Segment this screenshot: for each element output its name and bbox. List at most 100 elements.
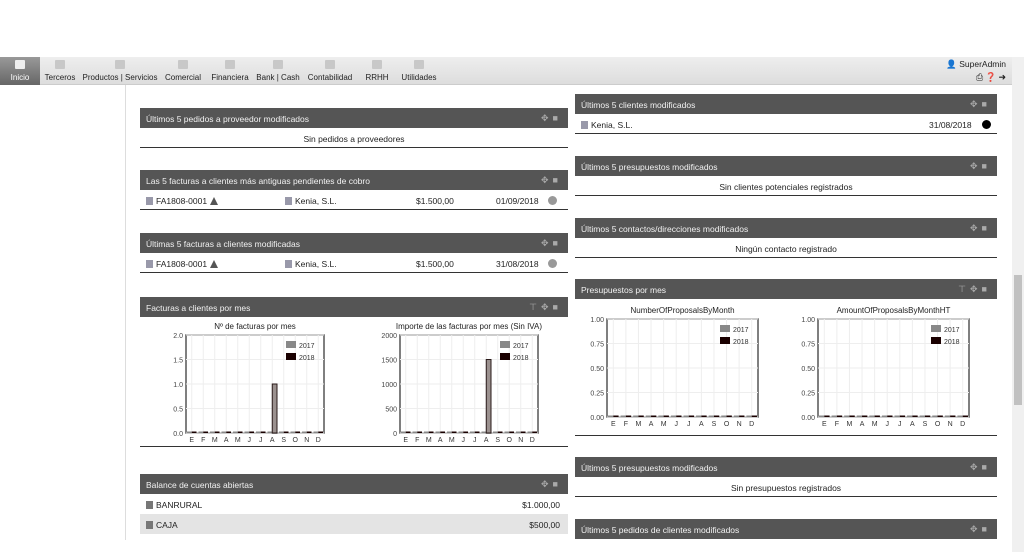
menu-productos[interactable]: Productos | Servicios: [82, 57, 158, 85]
bank-icon: [146, 521, 153, 529]
menu-utilidades[interactable]: Utilidades: [398, 57, 440, 85]
amount: $1.500,00: [416, 259, 454, 269]
move-icon[interactable]: ✥■: [970, 161, 991, 172]
y-tick-label: 1500: [381, 358, 397, 365]
scrollbar-thumb[interactable]: [1014, 275, 1022, 405]
x-tick-label: M: [661, 421, 667, 428]
x-tick-label: O: [724, 421, 730, 428]
account-row[interactable]: BANRURAL $1.000,00: [140, 494, 568, 514]
bar-2018: [887, 415, 893, 417]
bar-2018: [237, 431, 243, 433]
filter-move-icons[interactable]: ⊤✥■: [958, 284, 991, 295]
x-tick-label: M: [847, 421, 853, 428]
bar-2018: [739, 415, 745, 417]
bar-2018: [713, 415, 720, 417]
chart-title: NumberOfProposalsByMonth: [630, 306, 734, 315]
client-link[interactable]: Kenia, S.L.: [591, 120, 633, 130]
menu-bank[interactable]: Bank | Cash: [255, 57, 301, 85]
account-row[interactable]: CAJA $500,00: [140, 514, 568, 534]
panel-title: Balance de cuentas abiertas: [146, 480, 254, 490]
x-tick-label: A: [860, 421, 865, 428]
menu-comercial[interactable]: Comercial: [162, 57, 204, 85]
account-name[interactable]: CAJA: [156, 520, 178, 530]
menu-contabilidad[interactable]: Contabilidad: [305, 57, 355, 85]
y-tick-label: 500: [385, 407, 397, 414]
invoice-link[interactable]: FA1808-0001: [156, 196, 207, 206]
company-icon: [55, 60, 65, 69]
commercial-icon: [178, 60, 188, 69]
move-icon[interactable]: ✥■: [541, 175, 562, 186]
bar-2017: [481, 431, 487, 433]
x-tick-label: F: [835, 421, 839, 428]
x-tick-label: J: [248, 437, 252, 444]
menu-financiera[interactable]: Financiera: [208, 57, 252, 85]
x-tick-label: S: [923, 421, 928, 428]
panel-modified-customer-orders: Últimos 5 pedidos de clientes modificado…: [575, 519, 997, 539]
y-tick-label: 1000: [381, 382, 397, 389]
move-icon[interactable]: ✥■: [541, 479, 562, 490]
bar-2017: [256, 431, 261, 433]
chart-invoice-amount: Importe de las facturas por mes (Sin IVA…: [381, 322, 542, 444]
bar-2018: [912, 415, 918, 417]
print-icon[interactable]: ⎙: [976, 72, 985, 82]
move-icon[interactable]: ✥■: [541, 238, 562, 249]
y-tick-label: 0.5: [173, 407, 183, 414]
help-icon[interactable]: ❓: [985, 72, 998, 82]
bar-2018: [688, 415, 695, 417]
status-icon: [548, 259, 557, 268]
legend-label: 2017: [733, 327, 749, 334]
user-menu[interactable]: 👤 SuperAdmin: [946, 59, 1006, 70]
client-link[interactable]: Kenia, S.L.: [295, 196, 337, 206]
filter-move-icons[interactable]: ⊤✥■: [529, 302, 562, 313]
legend-swatch: [931, 337, 941, 344]
y-tick-label: 0.00: [590, 415, 604, 422]
table-row: FA1808-0001 Kenia, S.L. $1.500,00 01/09/…: [140, 190, 568, 210]
move-icon[interactable]: ✥■: [970, 524, 991, 535]
menu-inicio[interactable]: Inicio: [0, 57, 40, 85]
x-tick-label: S: [712, 421, 717, 428]
bar-2018: [862, 415, 868, 417]
x-tick-label: M: [212, 437, 218, 444]
bar-2017: [708, 415, 714, 417]
move-icon[interactable]: ✥■: [541, 113, 562, 124]
bar-2018: [451, 431, 457, 433]
client-link[interactable]: Kenia, S.L.: [295, 259, 337, 269]
menu-rrhh[interactable]: RRHH: [363, 57, 391, 85]
invoice-link[interactable]: FA1808-0001: [156, 259, 207, 269]
bar-2017: [919, 415, 925, 417]
y-tick-label: 2.0: [173, 333, 183, 340]
menu-label: Inicio: [10, 73, 30, 82]
bar-2017: [458, 431, 464, 433]
bar-2017: [620, 415, 626, 417]
move-icon[interactable]: ✥■: [970, 223, 991, 234]
bar-2018: [214, 431, 220, 433]
logout-icon[interactable]: ➜: [998, 72, 1008, 82]
account-name[interactable]: BANRURAL: [156, 500, 202, 510]
panel-title: Facturas a clientes por mes: [146, 303, 251, 313]
y-tick-label: 0.0: [173, 431, 183, 438]
bar-2018: [874, 415, 880, 417]
account-amount: $1.000,00: [522, 500, 560, 510]
bank-icon: [146, 501, 153, 509]
bar-2017: [447, 431, 452, 433]
bar-2017: [221, 431, 227, 433]
panel-invoices-by-month: Facturas a clientes por mes ⊤✥■ Nº de fac…: [140, 297, 568, 447]
bar-2018: [937, 415, 943, 417]
bar-2018: [463, 431, 468, 433]
move-icon[interactable]: ✥■: [970, 99, 991, 110]
move-icon[interactable]: ✥■: [970, 462, 991, 473]
panel-title: Últimos 5 pedidos de clientes modificado…: [581, 525, 740, 535]
legend-swatch: [500, 341, 510, 348]
bar-2018: [613, 415, 619, 417]
home-icon: [15, 60, 25, 69]
panel-modified-invoices: Últimas 5 facturas a clientes modificada…: [140, 233, 568, 273]
menu-terceros[interactable]: Terceros: [42, 57, 78, 85]
bar-2017: [733, 415, 740, 417]
bank-icon: [273, 60, 283, 69]
bar-2017: [696, 415, 702, 417]
x-tick-label: A: [438, 437, 443, 444]
scrollbar[interactable]: [1012, 57, 1024, 552]
x-tick-label: S: [281, 437, 286, 444]
x-tick-label: A: [910, 421, 915, 428]
account-amount: $500,00: [529, 520, 560, 530]
